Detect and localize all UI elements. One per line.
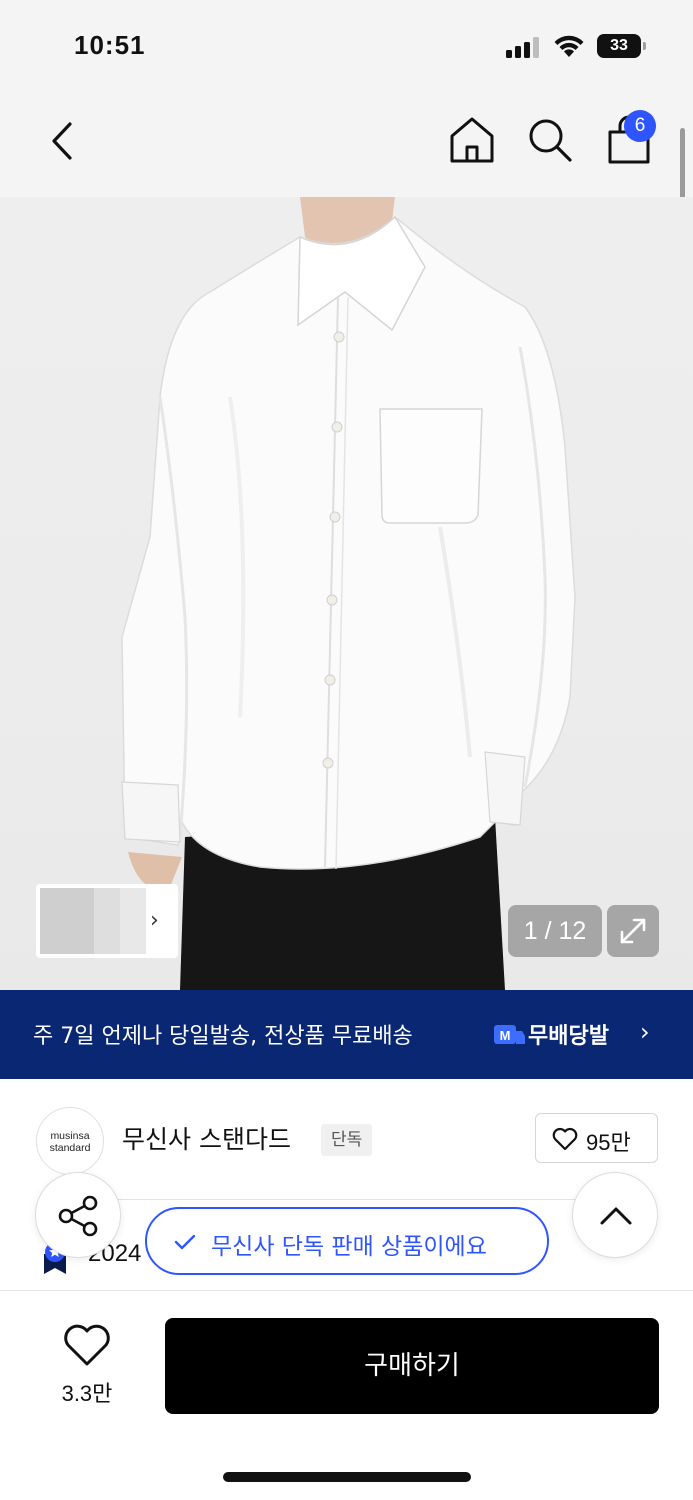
heart-icon xyxy=(552,1127,578,1151)
heart-icon xyxy=(64,1324,110,1366)
back-arrow-icon[interactable] xyxy=(40,116,84,166)
brand-logo-line1: musinsa xyxy=(50,1130,90,1142)
expand-icon[interactable] xyxy=(607,905,659,957)
share-button[interactable] xyxy=(35,1172,121,1258)
banner-logo-letter: M xyxy=(500,1028,511,1043)
thumbnail-image[interactable] xyxy=(40,888,94,954)
brand-like-button[interactable]: 95만 xyxy=(535,1113,658,1163)
thumbnail-image[interactable] xyxy=(120,888,146,954)
share-icon xyxy=(58,1195,98,1237)
chevron-right-icon[interactable]: › xyxy=(150,908,159,933)
battery-level: 33 xyxy=(597,34,641,58)
checkmark-icon xyxy=(174,1234,196,1250)
scrollbar-thumb[interactable] xyxy=(680,128,685,206)
delivery-truck-icon: M xyxy=(494,1025,525,1044)
top-bar: 10:51 33 6 xyxy=(0,0,693,206)
banner-text: 주 7일 언제나 당일발송, 전상품 무료배송 xyxy=(33,1024,413,1049)
brand-logo[interactable]: musinsa standard xyxy=(36,1107,104,1175)
exclusive-notice-text: 무신사 단독 판매 상품이에요 xyxy=(211,1234,487,1260)
brand-like-count: 95만 xyxy=(586,1130,631,1155)
product-image[interactable] xyxy=(0,197,693,990)
wishlist-count: 3.3만 xyxy=(61,1381,113,1406)
home-icon[interactable] xyxy=(446,114,498,166)
search-icon[interactable] xyxy=(524,114,576,166)
chevron-right-icon: › xyxy=(640,1018,650,1046)
buy-button[interactable]: 구매하기 xyxy=(165,1318,659,1414)
battery-nub xyxy=(643,42,646,50)
cart-count-badge: 6 xyxy=(624,110,656,142)
banner-brand: 무배당발 xyxy=(528,1024,609,1049)
brand-name[interactable]: 무신사 스탠다드 xyxy=(122,1120,291,1156)
scroll-to-top-button[interactable] xyxy=(572,1172,658,1258)
cellular-signal-icon xyxy=(506,36,542,58)
exclusive-notice: 무신사 단독 판매 상품이에요 xyxy=(145,1207,549,1275)
battery-indicator: 33 xyxy=(597,34,647,58)
divider xyxy=(115,1199,595,1200)
home-indicator xyxy=(223,1472,471,1482)
exclusive-tag: 단독 xyxy=(321,1124,373,1156)
wifi-icon xyxy=(554,35,584,57)
brand-logo-line2: standard xyxy=(49,1142,91,1154)
chevron-up-icon xyxy=(600,1207,632,1225)
thumbnail-image[interactable] xyxy=(94,888,120,954)
status-time: 10:51 xyxy=(74,30,146,60)
image-counter: 1 / 12 xyxy=(508,905,602,957)
product-photo-illustration xyxy=(121,197,576,990)
